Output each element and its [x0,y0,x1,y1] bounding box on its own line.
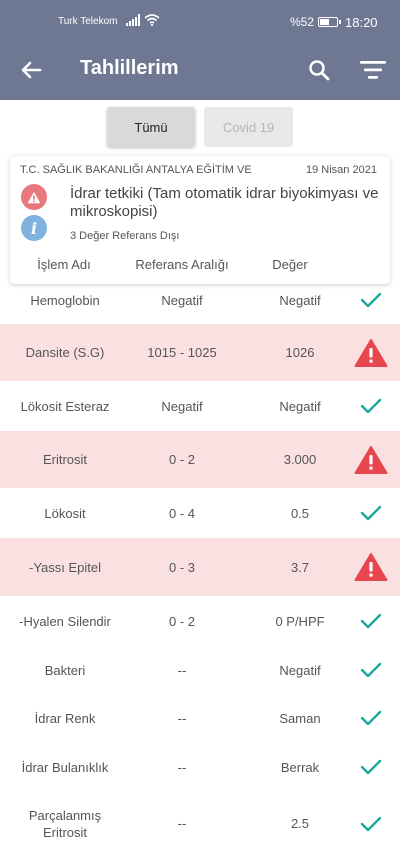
result-value: 0.5 [290,505,310,521]
column-header-name: İşlem Adı [37,257,91,272]
result-row[interactable]: Dansite (S.G) 1015 - 1025 1026 [0,324,400,381]
status-bar: Turk Telekom %52 18:20 [0,0,400,38]
result-value: Berrak [280,759,320,775]
warning-triangle-icon [352,324,390,381]
result-row[interactable]: Lökosit 0 - 4 0.5 [0,488,400,538]
warning-triangle-icon [352,538,390,596]
result-name: Lökosit Esteraz [20,398,110,414]
tab-all[interactable]: Tümü [107,107,195,147]
result-value: 1026 [285,345,315,360]
info-icon: i [21,215,47,241]
tab-covid-19[interactable]: Covid 19 [204,107,293,147]
result-reference: 0 - 2 [168,613,195,629]
carrier-name: Turk Telekom [58,16,118,27]
result-reference: 0 - 2 [168,452,195,467]
result-value: Negatif [279,398,321,414]
checkmark-icon [352,596,390,646]
test-date: 19 Nisan 2021 [306,164,377,176]
warning-triangle-icon [352,431,390,488]
column-header-reference: Referans Aralığı [135,257,229,272]
result-value: Negatif [279,662,321,678]
checkmark-icon [352,694,390,742]
result-row[interactable]: Eritrosit 0 - 2 3.000 [0,431,400,488]
checkmark-icon [352,646,390,694]
back-button[interactable] [18,56,46,84]
filter-icon [360,61,386,79]
filter-tabs: Tümü Covid 19 [0,107,400,149]
filter-button[interactable] [358,58,388,82]
result-reference: -- [177,662,187,678]
result-name: Parçalanmış Eritrosit [28,807,102,840]
result-row[interactable]: Lökosit Esteraz Negatif Negatif [0,381,400,431]
warning-icon [21,184,47,210]
checkmark-icon [352,742,390,792]
result-name: Eritrosit [42,452,88,467]
signal-icon [126,14,140,29]
result-reference: Negatif [161,398,203,414]
result-name: İdrar Renk [34,710,96,726]
result-reference: -- [177,710,187,726]
result-value: 3.7 [290,559,310,575]
result-name: Dansite (S.G) [25,345,105,360]
search-icon [309,60,330,81]
result-value: Saman [279,710,321,726]
result-name: Lökosit [44,505,86,521]
result-name: Bakteri [44,662,86,678]
test-name: İdrar tetkiki (Tam otomatik idrar biyoki… [70,185,379,220]
result-row[interactable]: Parçalanmış Eritrosit -- 2.5 [0,792,400,855]
result-reference: 0 - 3 [168,559,195,575]
result-reference: 0 - 4 [168,505,195,521]
result-value: 0 P/HPF [275,613,325,629]
result-reference: -- [177,759,187,775]
result-name: İdrar Bulanıklık [21,759,109,775]
out-of-range-count: 3 Değer Referans Dışı [70,230,180,242]
wifi-icon [144,14,160,29]
result-row[interactable]: -Hyalen Silendir 0 - 2 0 P/HPF [0,596,400,646]
checkmark-icon [352,792,390,855]
test-card[interactable]: T.C. SAĞLIK BAKANLIĞI ANTALYA EĞİTİM VE … [10,156,390,284]
result-reference: 1015 - 1025 [147,345,217,360]
result-row[interactable]: Bakteri -- Negatif [0,646,400,694]
checkmark-icon [352,381,390,431]
hospital-name: T.C. SAĞLIK BAKANLIĞI ANTALYA EĞİTİM VE [20,164,252,176]
result-value: 2.5 [290,816,310,831]
column-header-value: Değer [272,257,308,272]
result-name: -Hyalen Silendir [19,613,111,629]
result-row[interactable]: İdrar Bulanıklık -- Berrak [0,742,400,792]
result-reference: -- [177,816,187,831]
arrow-left-icon [21,61,42,79]
checkmark-icon [352,488,390,538]
app-bar: Tahlillerim [0,38,400,100]
page-title: Tahlillerim [80,57,179,79]
clock: 18:20 [345,15,378,30]
result-row[interactable]: -Yassı Epitel 0 - 3 3.7 [0,538,400,596]
result-row[interactable]: İdrar Renk -- Saman [0,694,400,742]
result-name: -Yassı Epitel [28,559,101,575]
result-value: 3.000 [283,452,317,467]
search-button[interactable] [305,56,333,84]
battery-percent: %52 [290,15,315,29]
battery-icon [318,17,341,27]
